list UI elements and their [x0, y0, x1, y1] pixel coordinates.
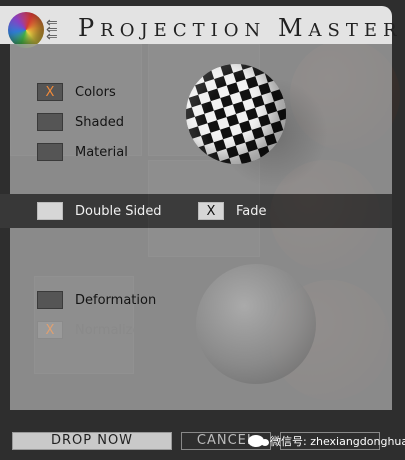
drop-now-button[interactable]: DROP NOW [12, 432, 172, 450]
title-bar: ⇐ ⇐ ⇐ PROJECTION MASTER [0, 6, 397, 48]
option-colors[interactable]: X Colors [37, 83, 116, 101]
normalized-label: Normalized [75, 322, 149, 338]
option-fade[interactable]: X Fade [198, 202, 267, 220]
material-label: Material [75, 144, 128, 160]
fade-checkbox[interactable]: X [198, 202, 224, 220]
shaded-label: Shaded [75, 114, 124, 130]
option-double-sided[interactable]: Double Sided [37, 202, 162, 220]
deformation-checkbox[interactable] [37, 291, 63, 309]
material-sphere-preview-icon [196, 264, 316, 384]
title-part: P [78, 14, 101, 42]
double-sided-label: Double Sided [75, 203, 162, 219]
option-shaded[interactable]: Shaded [37, 113, 124, 131]
material-checkbox[interactable] [37, 143, 63, 161]
window-title: PROJECTION MASTER [78, 14, 403, 42]
deformation-label: Deformation [75, 292, 157, 308]
title-part: M [277, 14, 309, 42]
fade-label: Fade [236, 203, 267, 219]
watermark-text: 微信号: zhexiangdonghua [270, 435, 405, 448]
option-deformation[interactable]: Deformation [37, 291, 156, 309]
wechat-icon [248, 435, 269, 447]
title-part: ROJECTION [100, 20, 278, 41]
option-normalized: X Normalized [37, 321, 149, 339]
colors-checkbox[interactable]: X [37, 83, 63, 101]
double-sided-checkbox[interactable] [37, 202, 63, 220]
option-material[interactable]: Material [37, 143, 128, 161]
watermark: 微信号: zhexiangdonghua [248, 432, 405, 450]
zbrush-logo-icon [8, 12, 44, 48]
colors-label: Colors [75, 84, 116, 100]
arrows-icon: ⇐ ⇐ ⇐ [46, 15, 58, 45]
title-part: ASTER [308, 20, 403, 41]
shaded-checkbox[interactable] [37, 113, 63, 131]
normalized-checkbox: X [37, 321, 63, 339]
